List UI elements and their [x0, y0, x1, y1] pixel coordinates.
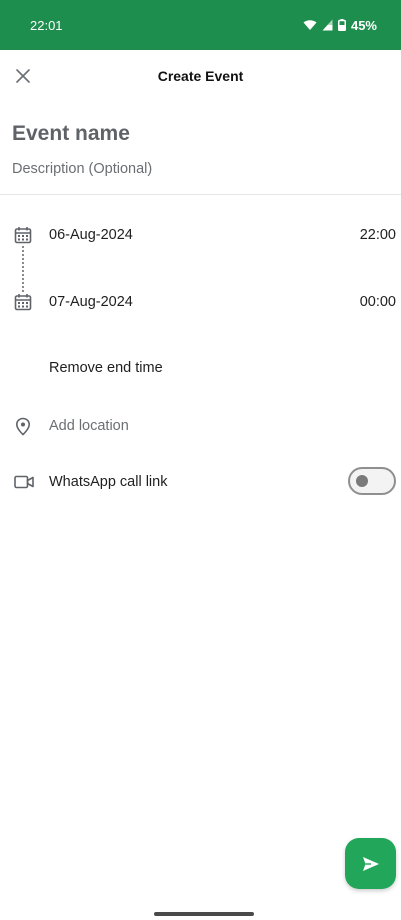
status-time: 22:01 [30, 17, 63, 33]
call-link-label: WhatsApp call link [49, 474, 168, 490]
start-date[interactable]: 06-Aug-2024 [49, 227, 133, 243]
close-icon [16, 69, 30, 83]
status-bar: 22:01 45% [0, 0, 401, 50]
start-time[interactable]: 22:00 [360, 227, 396, 243]
close-button[interactable] [10, 63, 36, 89]
location-pin-icon [13, 416, 33, 436]
video-camera-icon [13, 472, 35, 492]
send-icon [362, 856, 379, 871]
divider [0, 194, 401, 195]
toggle-knob [356, 475, 368, 487]
event-description-input[interactable]: Description (Optional) [12, 161, 152, 177]
end-time[interactable]: 00:00 [360, 294, 396, 310]
event-name-input[interactable]: Event name [12, 122, 130, 146]
status-icons: 45% [303, 18, 377, 33]
send-button[interactable] [345, 838, 396, 889]
page-title: Create Event [157, 68, 244, 84]
battery-percent: 45% [350, 17, 377, 33]
gesture-nav-handle[interactable] [154, 912, 254, 916]
wifi-icon [303, 20, 317, 30]
signal-icon [322, 19, 333, 31]
app-bar: Create Event [0, 50, 401, 102]
battery-icon [337, 19, 346, 31]
calendar-icon [13, 225, 33, 245]
date-connector [22, 246, 24, 292]
end-date[interactable]: 07-Aug-2024 [49, 294, 133, 310]
calendar-icon [13, 292, 33, 312]
location-input[interactable]: Add location [49, 418, 129, 434]
remove-end-time-button[interactable]: Remove end time [49, 360, 163, 376]
call-link-toggle[interactable] [348, 467, 396, 495]
